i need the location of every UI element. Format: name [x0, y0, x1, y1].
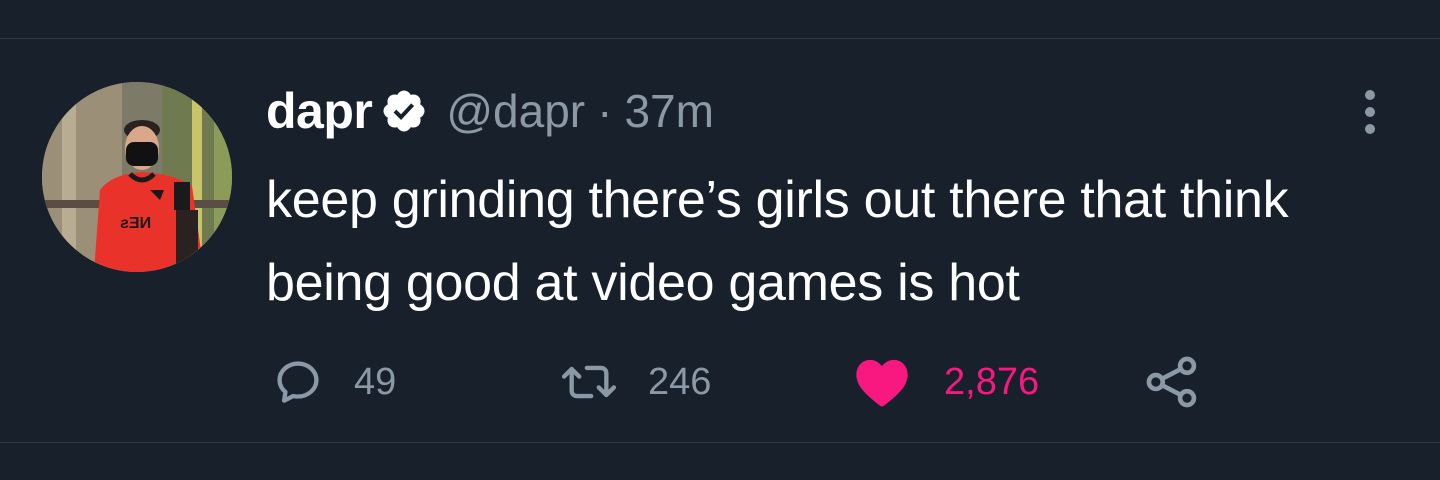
retweet-button[interactable]: 246 [560, 352, 711, 412]
tweet[interactable]: ƨƎИ dapr @dapr · 37m keep grinding there… [0, 39, 1440, 442]
handle[interactable]: @dapr [446, 84, 585, 138]
display-name[interactable]: dapr [266, 82, 373, 140]
timestamp[interactable]: 37m [624, 84, 713, 138]
more-button[interactable] [1352, 87, 1388, 137]
tweet-text: keep grinding there’s girls out there th… [266, 171, 1289, 312]
heart-icon [856, 359, 908, 407]
reply-icon [277, 361, 319, 403]
reply-count: 49 [354, 360, 397, 403]
retweet-icon [561, 365, 617, 399]
verified-badge-icon [383, 90, 425, 132]
share-button[interactable] [1142, 352, 1202, 412]
retweet-count: 246 [648, 360, 712, 403]
like-button[interactable]: 2,876 [854, 352, 1039, 412]
avatar[interactable]: ƨƎИ [42, 82, 232, 272]
reply-button[interactable]: 49 [272, 352, 396, 412]
avatar-image: ƨƎИ [42, 82, 232, 272]
svg-text:ƨƎИ: ƨƎИ [120, 215, 151, 232]
like-count: 2,876 [944, 360, 1040, 403]
separator-dot: · [597, 85, 613, 137]
bottom-divider [0, 442, 1440, 443]
tweet-header: dapr @dapr · 37m [266, 79, 714, 143]
share-icon [1146, 356, 1197, 408]
tweet-actions: 49 246 2,876 [0, 352, 1440, 412]
more-icon [1365, 90, 1375, 134]
